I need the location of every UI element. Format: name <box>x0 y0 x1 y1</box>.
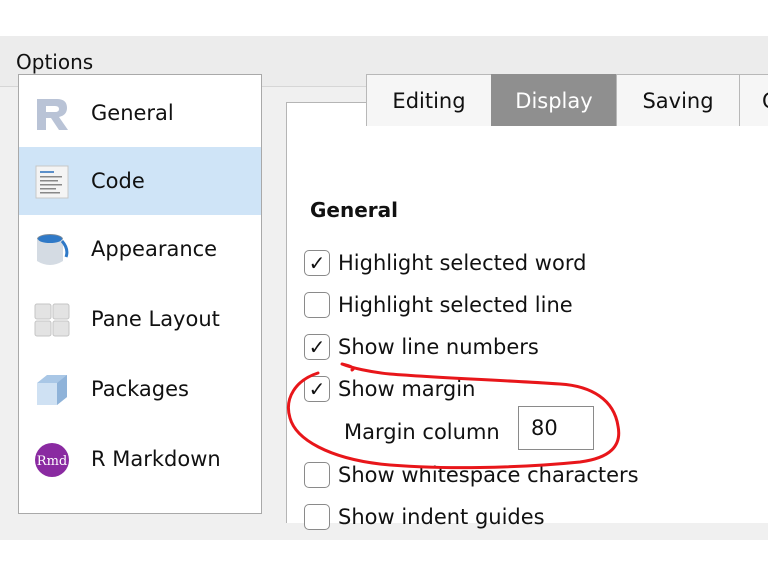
whitespace-checkbox[interactable] <box>304 462 330 488</box>
line-numbers-checkbox[interactable]: ✓ <box>304 334 330 360</box>
option-label: Highlight selected word <box>338 251 587 275</box>
svg-text:Rmd: Rmd <box>37 454 67 469</box>
sidebar-item-packages[interactable]: Packages <box>19 355 261 423</box>
sidebar-item-general[interactable]: General <box>19 79 261 147</box>
sidebar-item-label: Appearance <box>91 237 218 261</box>
sidebar-item-r-markdown[interactable]: Rmd R Markdown <box>19 425 261 493</box>
sidebar-item-pane-layout[interactable]: Pane Layout <box>19 285 261 353</box>
sidebar-item-label: R Markdown <box>91 447 221 471</box>
tab-bar: Editing Display Saving C <box>366 74 768 128</box>
options-sidebar: General Code Appearance Pane Layout Pack… <box>18 74 262 514</box>
pane-layout-icon <box>33 301 71 339</box>
show-margin-checkbox[interactable]: ✓ <box>304 376 330 402</box>
tab-editing[interactable]: Editing <box>366 74 492 126</box>
section-title: General <box>310 198 398 222</box>
option-label: Highlight selected line <box>338 293 573 317</box>
tab-overflow[interactable]: C <box>739 74 768 126</box>
sidebar-item-label: Pane Layout <box>91 307 220 331</box>
margin-column-label: Margin column <box>344 420 500 444</box>
paint-bucket-icon <box>33 231 71 269</box>
window-title: Options <box>16 50 94 74</box>
package-box-icon <box>33 371 71 409</box>
rmd-icon: Rmd <box>33 441 71 479</box>
option-label: Show line numbers <box>338 335 539 359</box>
tab-saving[interactable]: Saving <box>616 74 740 126</box>
code-document-icon <box>33 163 71 201</box>
screenshot-bottom-margin <box>0 540 768 576</box>
highlight-line-checkbox[interactable] <box>304 292 330 318</box>
tab-display[interactable]: Display <box>491 74 617 126</box>
r-logo-icon <box>33 95 71 133</box>
highlight-word-checkbox[interactable]: ✓ <box>304 250 330 276</box>
option-label: Show whitespace characters <box>338 463 639 487</box>
sidebar-item-label: General <box>91 101 174 125</box>
margin-column-input[interactable] <box>518 406 594 450</box>
indent-guides-checkbox[interactable] <box>304 504 330 530</box>
sidebar-item-label: Code <box>91 169 145 193</box>
option-label: Show indent guides <box>338 505 545 529</box>
sidebar-item-code[interactable]: Code <box>19 147 261 215</box>
sidebar-item-appearance[interactable]: Appearance <box>19 215 261 283</box>
option-label: Show margin <box>338 377 476 401</box>
sidebar-item-label: Packages <box>91 377 189 401</box>
